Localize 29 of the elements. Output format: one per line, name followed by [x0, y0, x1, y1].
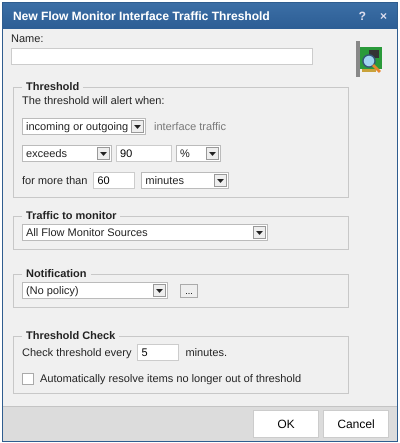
policy-select[interactable]: (No policy) — [22, 282, 168, 299]
threshold-check-legend: Threshold Check — [22, 330, 120, 342]
amount-field[interactable]: 90 — [116, 145, 172, 162]
duration-field[interactable]: 60 — [93, 172, 136, 189]
unit-select[interactable]: % — [176, 145, 221, 162]
threshold-intro: The threshold will alert when: — [22, 95, 166, 107]
source-select[interactable]: All Flow Monitor Sources — [22, 224, 268, 241]
duration-unit-select[interactable]: minutes — [141, 172, 230, 189]
help-button[interactable]: ? — [356, 9, 368, 23]
cancel-button[interactable]: Cancel — [323, 410, 389, 438]
minutes-label: minutes. — [185, 346, 228, 358]
duration-label: for more than — [22, 174, 88, 186]
window-title: New Flow Monitor Interface Traffic Threshold — [13, 9, 271, 23]
ok-button[interactable]: OK — [253, 410, 319, 438]
close-button[interactable]: × — [378, 9, 389, 23]
auto-resolve-checkbox[interactable] — [22, 373, 34, 385]
traffic-legend: Traffic to monitor — [22, 210, 120, 222]
interface-traffic-label: interface traffic — [154, 120, 226, 132]
interval-field[interactable]: 5 — [137, 344, 180, 361]
notification-legend: Notification — [22, 268, 90, 280]
browse-button[interactable]: ... — [180, 284, 198, 298]
check-interval-label: Check threshold every — [22, 346, 132, 358]
auto-resolve-label: Automatically resolve items no longer out of threshold — [40, 373, 302, 385]
direction-select[interactable]: incoming or outgoing — [22, 118, 146, 135]
threshold-legend: Threshold — [22, 81, 84, 93]
name-field[interactable] — [11, 48, 313, 65]
comparison-select[interactable]: exceeds — [22, 145, 112, 162]
network-card-search-icon — [355, 41, 385, 79]
name-label: Name: — [11, 33, 44, 45]
